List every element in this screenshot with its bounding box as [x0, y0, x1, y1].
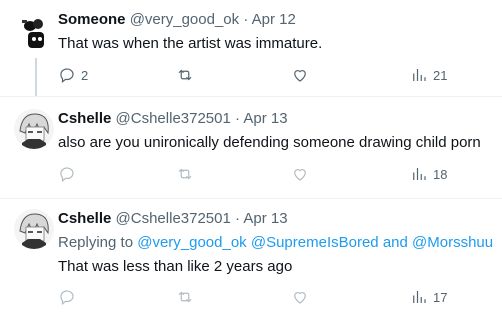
tweet-2[interactable]: Cshelle @Cshelle372501 · Apr 13 also are…	[0, 96, 502, 198]
display-name[interactable]: Cshelle	[58, 110, 111, 127]
user-handle[interactable]: @very_good_ok	[130, 11, 239, 28]
mention-link[interactable]: @SupremeIsBored	[251, 234, 379, 251]
retweet-button[interactable]	[176, 165, 194, 183]
views-button[interactable]: 18	[410, 165, 447, 183]
replying-prefix: Replying to	[58, 234, 138, 251]
retweet-icon	[178, 291, 192, 303]
timestamp[interactable]: Apr 13	[243, 110, 287, 127]
heart-icon	[294, 169, 306, 181]
heart-icon	[294, 292, 306, 304]
views-button[interactable]: 21	[410, 66, 447, 84]
reply-icon	[60, 290, 74, 305]
views-count: 18	[433, 166, 448, 182]
timestamp[interactable]: Apr 12	[252, 11, 296, 28]
retweet-icon	[178, 168, 192, 180]
user-handle[interactable]: @Cshelle372501	[116, 110, 231, 127]
retweet-button[interactable]	[176, 288, 194, 306]
reply-icon	[60, 167, 74, 182]
tweet-text: That was when the artist was immature.	[58, 35, 323, 52]
views-button[interactable]: 17	[410, 288, 447, 306]
avatar[interactable]	[14, 109, 54, 149]
views-icon	[413, 69, 426, 81]
mention-link[interactable]: @Morsshuu	[412, 234, 493, 251]
retweet-icon	[178, 69, 192, 81]
replying-to: Replying to @very_good_ok @SupremeIsBore…	[58, 233, 493, 253]
views-count: 17	[433, 289, 448, 305]
action-bar: 18	[58, 165, 502, 185]
display-name[interactable]: Someone	[58, 11, 126, 28]
tweet-3[interactable]: Cshelle @Cshelle372501 · Apr 13 Replying…	[0, 198, 502, 314]
thread-line	[35, 58, 37, 96]
reply-icon	[60, 68, 74, 83]
views-icon	[413, 291, 426, 303]
reply-button[interactable]	[58, 288, 76, 306]
action-bar: 2 21	[58, 66, 502, 86]
reply-button[interactable]: 2	[58, 66, 88, 84]
separator: ·	[243, 11, 249, 28]
mention-link[interactable]: @very_good_ok	[137, 234, 246, 251]
reply-button[interactable]	[58, 165, 76, 183]
tweet-header: Cshelle @Cshelle372501 · Apr 13	[58, 209, 288, 229]
heart-icon	[294, 70, 306, 82]
timestamp[interactable]: Apr 13	[243, 210, 287, 227]
separator: ·	[235, 110, 241, 127]
views-icon	[413, 168, 426, 180]
tweet-text: also are you unironically defending some…	[58, 134, 481, 151]
display-name[interactable]: Cshelle	[58, 210, 111, 227]
user-handle[interactable]: @Cshelle372501	[116, 210, 231, 227]
avatar[interactable]	[14, 209, 54, 249]
reply-count: 2	[81, 67, 89, 83]
retweet-button[interactable]	[176, 66, 194, 84]
action-bar: 17	[58, 288, 502, 308]
like-button[interactable]	[291, 66, 309, 84]
avatar[interactable]	[16, 12, 56, 52]
tweet-header: Someone @very_good_ok · Apr 12	[58, 10, 296, 30]
tweet-1[interactable]: Someone @very_good_ok · Apr 12 That was …	[0, 0, 502, 96]
like-button[interactable]	[291, 165, 309, 183]
separator: ·	[235, 210, 241, 227]
and-word: and	[378, 234, 413, 251]
like-button[interactable]	[291, 288, 309, 306]
views-count: 21	[433, 67, 448, 83]
tweet-header: Cshelle @Cshelle372501 · Apr 13	[58, 109, 288, 129]
tweet-text: That was less than like 2 years ago	[58, 258, 293, 275]
